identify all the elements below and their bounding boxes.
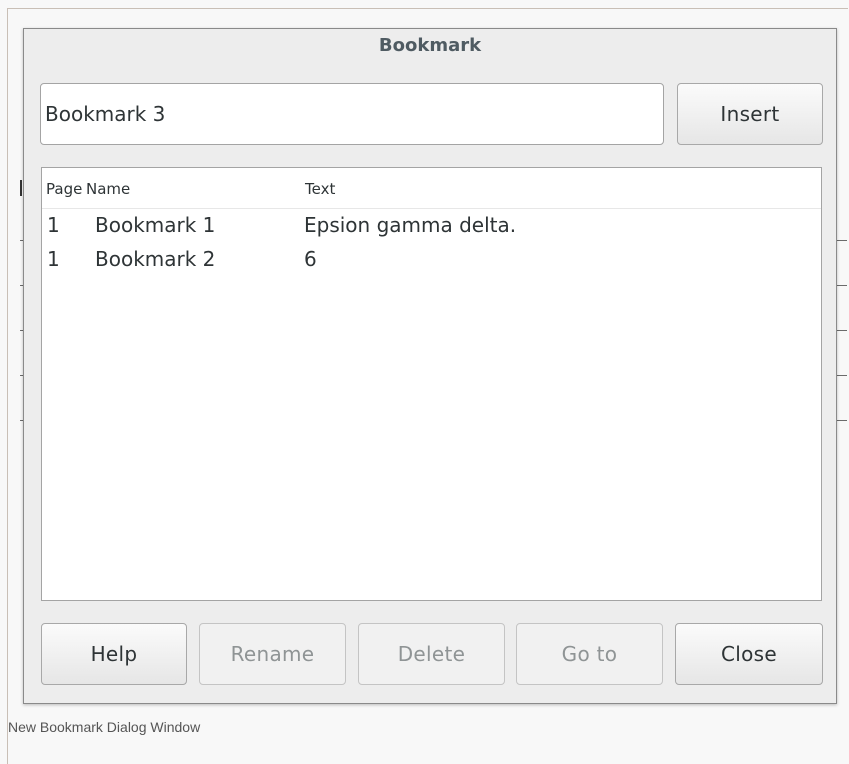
go-to-button[interactable]: Go to <box>516 623 663 685</box>
list-item[interactable]: 1 Bookmark 1 Epsion gamma delta. <box>42 209 821 243</box>
cell-name: Bookmark 2 <box>95 247 216 271</box>
cell-page: 1 <box>47 213 60 237</box>
cell-page: 1 <box>47 247 60 271</box>
background-rule <box>837 330 847 331</box>
column-header-name[interactable]: Name <box>86 180 130 198</box>
bookmark-dialog: Bookmark Insert Page Name Text 1 Bookmar… <box>23 28 837 704</box>
cell-text: Epsion gamma delta. <box>304 213 517 237</box>
help-button[interactable]: Help <box>41 623 187 685</box>
background-rule <box>837 285 847 286</box>
column-header-page[interactable]: Page <box>46 180 82 198</box>
background-rule <box>837 420 847 421</box>
cell-name: Bookmark 1 <box>95 213 216 237</box>
background-rule <box>837 375 847 376</box>
list-item[interactable]: 1 Bookmark 2 6 <box>42 243 821 277</box>
figure-caption: New Bookmark Dialog Window <box>8 719 201 735</box>
dialog-title: Bookmark <box>378 35 482 56</box>
bookmark-name-input[interactable] <box>40 83 664 145</box>
close-button[interactable]: Close <box>675 623 823 685</box>
cell-text: 6 <box>304 247 317 271</box>
background-rule <box>837 240 847 241</box>
column-header-text[interactable]: Text <box>305 180 335 198</box>
bookmark-list[interactable]: Page Name Text 1 Bookmark 1 Epsion gamma… <box>41 167 822 601</box>
rename-button[interactable]: Rename <box>199 623 346 685</box>
background-cursor-mark <box>20 180 22 196</box>
insert-button[interactable]: Insert <box>677 83 823 145</box>
list-header: Page Name Text <box>42 168 821 209</box>
delete-button[interactable]: Delete <box>358 623 505 685</box>
